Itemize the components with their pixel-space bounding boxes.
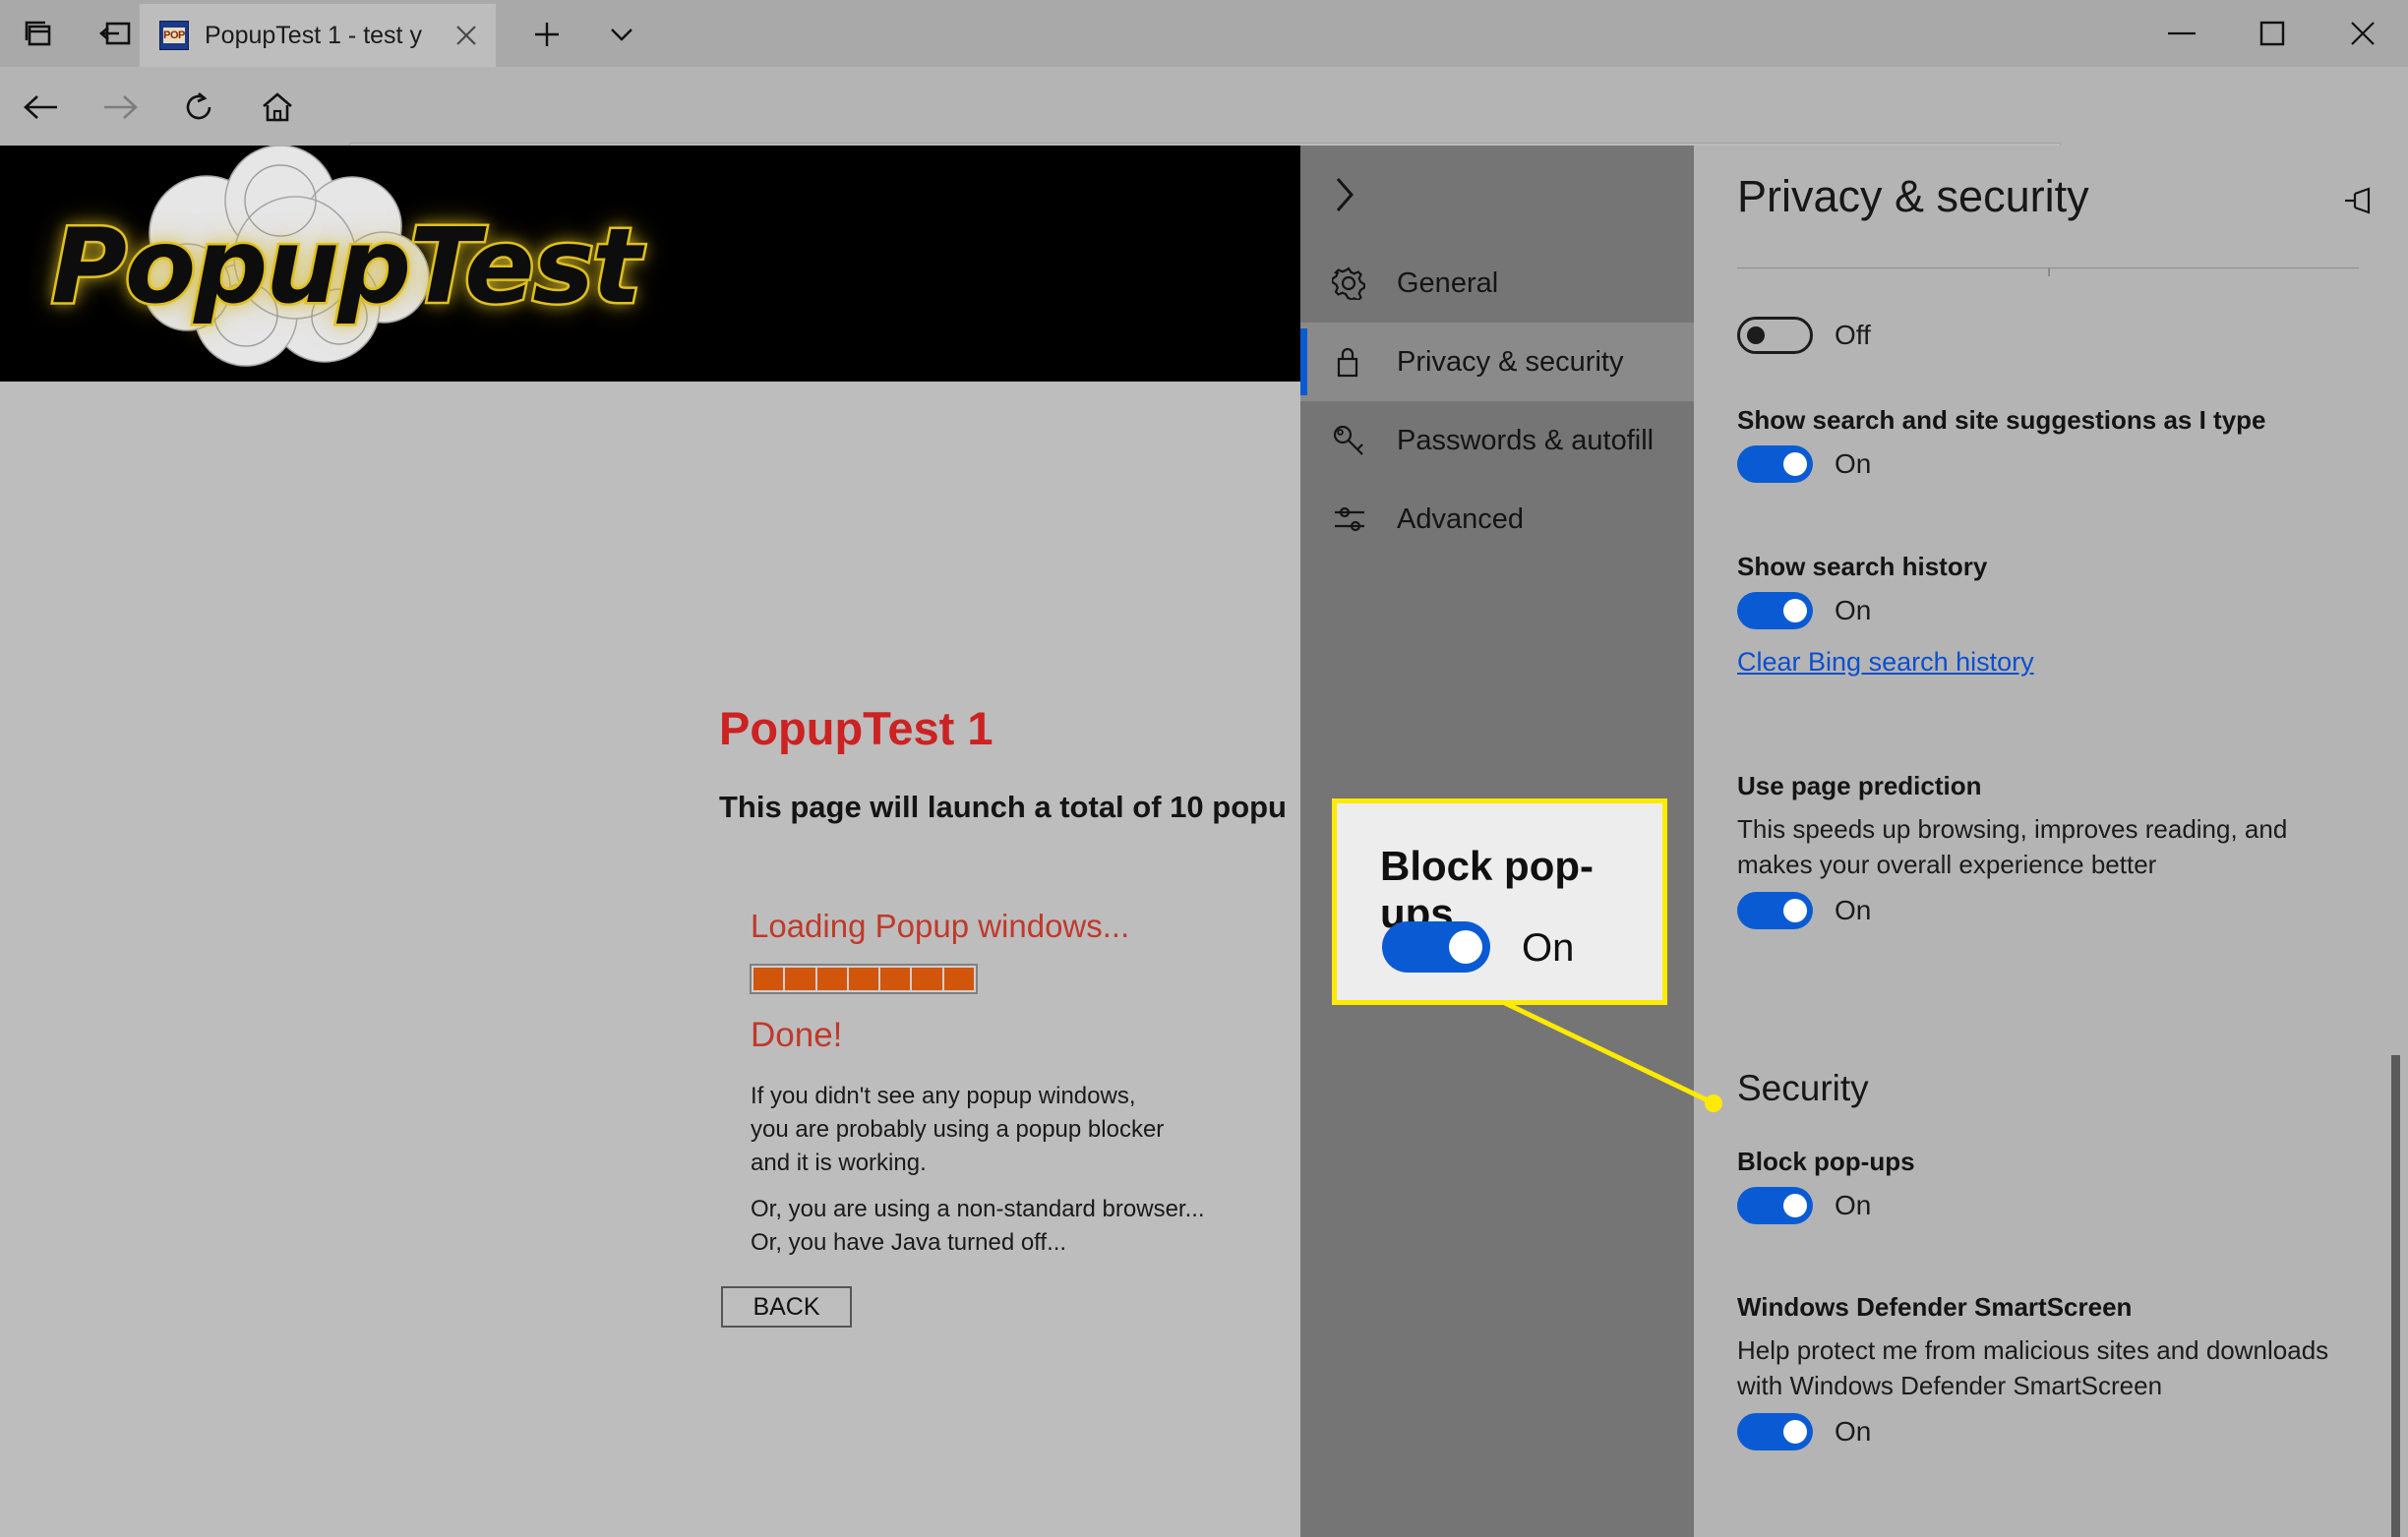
toggle-state-label: Off <box>1835 320 1871 350</box>
callout-toggle-switch[interactable] <box>1382 921 1490 973</box>
setting-heading: Use page prediction <box>1737 771 1982 800</box>
setting-description: This speeds up browsing, improves readin… <box>1737 814 2288 879</box>
setting-block-popups: Block pop-ups On <box>1737 1147 2367 1224</box>
sidebar-item-label: Privacy & security <box>1397 345 1624 378</box>
site-logo: PopupTest <box>48 205 643 329</box>
toggle-switch-on[interactable] <box>1737 1187 1813 1224</box>
callout-toggle-label: On <box>1522 926 1575 970</box>
progress-segment <box>880 968 911 990</box>
toggle-switch-on[interactable] <box>1737 1413 1813 1450</box>
progress-bar <box>750 964 978 994</box>
settings-divider <box>1737 267 2359 276</box>
settings-menu-back[interactable] <box>1300 146 1694 244</box>
chevron-right-icon <box>1336 178 1354 211</box>
settings-list: Off Show search and site suggestions as … <box>1694 291 2408 1537</box>
browser-tab[interactable]: POP PopupTest 1 - test your <box>140 4 496 67</box>
browser-window: POP PopupTest 1 - test your <box>0 0 2408 1537</box>
clear-bing-search-history-link[interactable]: Clear Bing search history <box>1737 647 2034 677</box>
sidebar-item-label: General <box>1397 266 1499 299</box>
close-button[interactable] <box>2318 0 2408 67</box>
security-section-heading: Security <box>1737 1068 1869 1108</box>
tab-close-icon[interactable] <box>451 20 482 51</box>
minimize-button[interactable] <box>2137 0 2227 67</box>
refresh-icon[interactable] <box>171 81 226 134</box>
page-viewport: PopupTest PopupTest 1 This page will lau… <box>0 146 1300 1537</box>
sidebar-item-passwords-autofill[interactable]: Passwords & autofill <box>1300 401 1694 480</box>
settings-content-pane: Privacy & security Off Show search and s… <box>1694 146 2408 1537</box>
toggle-switch-on[interactable] <box>1737 592 1813 629</box>
progress-segment <box>753 968 784 990</box>
sidebar-item-advanced[interactable]: Advanced <box>1300 480 1694 559</box>
callout-block-popups: Block pop-ups On <box>1332 798 1667 1005</box>
setting-heading: Show search and site suggestions as I ty… <box>1737 405 2266 435</box>
page-paragraph-1: If you didn't see any popup windows, you … <box>751 1083 1165 1176</box>
back-button[interactable]: BACK <box>721 1286 852 1328</box>
page-subtitle: This page will launch a total of 10 popu <box>719 790 1287 824</box>
setting-top-toggle: Off <box>1737 317 2367 354</box>
toggle-switch-on[interactable] <box>1737 892 1813 929</box>
progress-segment <box>816 968 847 990</box>
lock-icon <box>1332 344 1385 380</box>
tab-bar-left-icons <box>0 0 153 67</box>
setting-description: Help protect me from malicious sites and… <box>1737 1335 2329 1400</box>
toggle-state-label: On <box>1835 595 1872 625</box>
setting-heading: Block pop-ups <box>1737 1147 1915 1176</box>
key-icon <box>1332 424 1385 457</box>
toggle-state-label: On <box>1835 448 1872 479</box>
tab-preview-icon[interactable] <box>0 0 77 67</box>
tab-title: PopupTest 1 - test your <box>205 21 423 49</box>
loading-text: Loading Popup windows... <box>751 908 1130 944</box>
favicon-label: POP <box>163 28 185 43</box>
settings-pane-title: Privacy & security <box>1737 171 2089 221</box>
setting-heading: Windows Defender SmartScreen <box>1737 1292 2133 1322</box>
setting-smartscreen: Windows Defender SmartScreen Help protec… <box>1737 1292 2367 1450</box>
setting-page-prediction: Use page prediction This speeds up brows… <box>1737 771 2367 929</box>
progress-segment <box>943 968 974 990</box>
progress-segment <box>785 968 815 990</box>
new-tab-button[interactable] <box>521 10 572 59</box>
toggle-state-label: On <box>1835 1190 1872 1220</box>
maximize-button[interactable] <box>2227 0 2318 67</box>
setting-heading: Show search history <box>1737 552 1988 581</box>
chevron-down-icon[interactable] <box>596 10 647 59</box>
progress-segment <box>912 968 942 990</box>
toggle-state-label: On <box>1835 1416 1872 1447</box>
done-text: Done! <box>751 1016 843 1054</box>
toggle-switch-off[interactable] <box>1737 317 1813 354</box>
title-bar: POP PopupTest 1 - test your <box>0 0 2408 67</box>
sidebar-item-privacy-security[interactable]: Privacy & security <box>1300 323 1694 401</box>
site-banner: PopupTest <box>0 146 1300 382</box>
sidebar-item-label: Advanced <box>1397 502 1524 535</box>
settings-scrollbar[interactable] <box>2391 1055 2400 1537</box>
progress-segment <box>848 968 879 990</box>
gear-icon <box>1332 266 1385 300</box>
sliders-icon <box>1332 503 1385 535</box>
pin-icon[interactable] <box>2343 185 2378 223</box>
window-controls <box>2137 0 2408 67</box>
setting-search-history: Show search history On Clear Bing search… <box>1737 552 2367 678</box>
back-arrow-icon[interactable] <box>14 81 69 134</box>
forward-arrow-icon[interactable] <box>92 81 148 134</box>
setting-search-suggestions: Show search and site suggestions as I ty… <box>1737 405 2367 483</box>
page-title: PopupTest 1 <box>719 702 993 754</box>
sidebar-item-label: Passwords & autofill <box>1397 424 1655 456</box>
sidebar-item-general[interactable]: General <box>1300 244 1694 323</box>
navigation-bar: www.popuptest.com/popuptest1.html <box>0 67 2408 205</box>
toggle-switch-on[interactable] <box>1737 445 1813 483</box>
home-icon[interactable] <box>250 81 305 134</box>
toggle-state-label: On <box>1835 895 1872 925</box>
page-paragraph-2: Or, you are using a non-standard browser… <box>751 1196 1205 1256</box>
tab-favicon: POP <box>159 21 189 50</box>
